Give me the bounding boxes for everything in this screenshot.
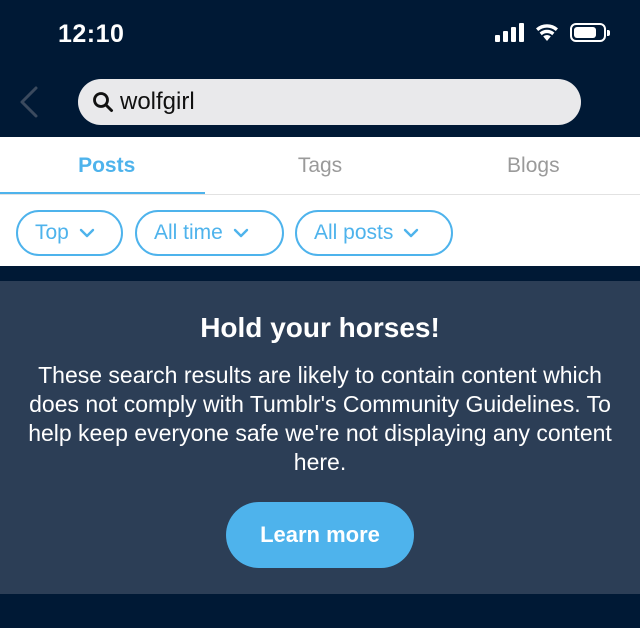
filter-post-type-label: All posts bbox=[314, 221, 394, 244]
warning-title: Hold your horses! bbox=[200, 312, 440, 343]
cellular-signal-icon bbox=[495, 22, 524, 42]
chevron-left-icon bbox=[20, 86, 38, 118]
search-bar[interactable] bbox=[78, 79, 581, 125]
filter-post-type-dropdown[interactable]: All posts bbox=[295, 210, 453, 256]
search-results-screen: 12:10 wolfgirl Posts Tags Blogs Top All … bbox=[0, 0, 640, 628]
battery-icon bbox=[570, 22, 610, 42]
wifi-icon bbox=[536, 24, 558, 41]
filter-bar: Top All time All posts bbox=[0, 195, 640, 266]
status-icons bbox=[495, 22, 610, 42]
warning-message: These search results are likely to conta… bbox=[28, 362, 612, 475]
back-button[interactable] bbox=[14, 84, 44, 120]
tab-posts[interactable]: Posts bbox=[0, 137, 213, 195]
chevron-down-icon bbox=[79, 228, 95, 238]
search-icon bbox=[93, 92, 113, 112]
search-tabs: Posts Tags Blogs bbox=[0, 137, 640, 195]
filter-sort-label: Top bbox=[35, 221, 69, 244]
content-warning-panel: Hold your horses! These search results a… bbox=[0, 281, 640, 594]
chevron-down-icon bbox=[404, 228, 419, 238]
search-input[interactable] bbox=[120, 79, 560, 125]
tab-blogs[interactable]: Blogs bbox=[427, 137, 640, 194]
filter-time-dropdown[interactable]: All time bbox=[135, 210, 284, 256]
tab-tags[interactable]: Tags bbox=[213, 137, 426, 194]
chevron-down-icon bbox=[233, 228, 249, 238]
status-time: 12:10 bbox=[58, 20, 125, 48]
learn-more-button[interactable]: Learn more bbox=[226, 502, 414, 568]
empty-results-area bbox=[0, 594, 640, 628]
filter-sort-dropdown[interactable]: Top bbox=[16, 210, 123, 256]
filter-time-label: All time bbox=[154, 221, 223, 244]
status-bar: 12:10 bbox=[0, 0, 640, 70]
